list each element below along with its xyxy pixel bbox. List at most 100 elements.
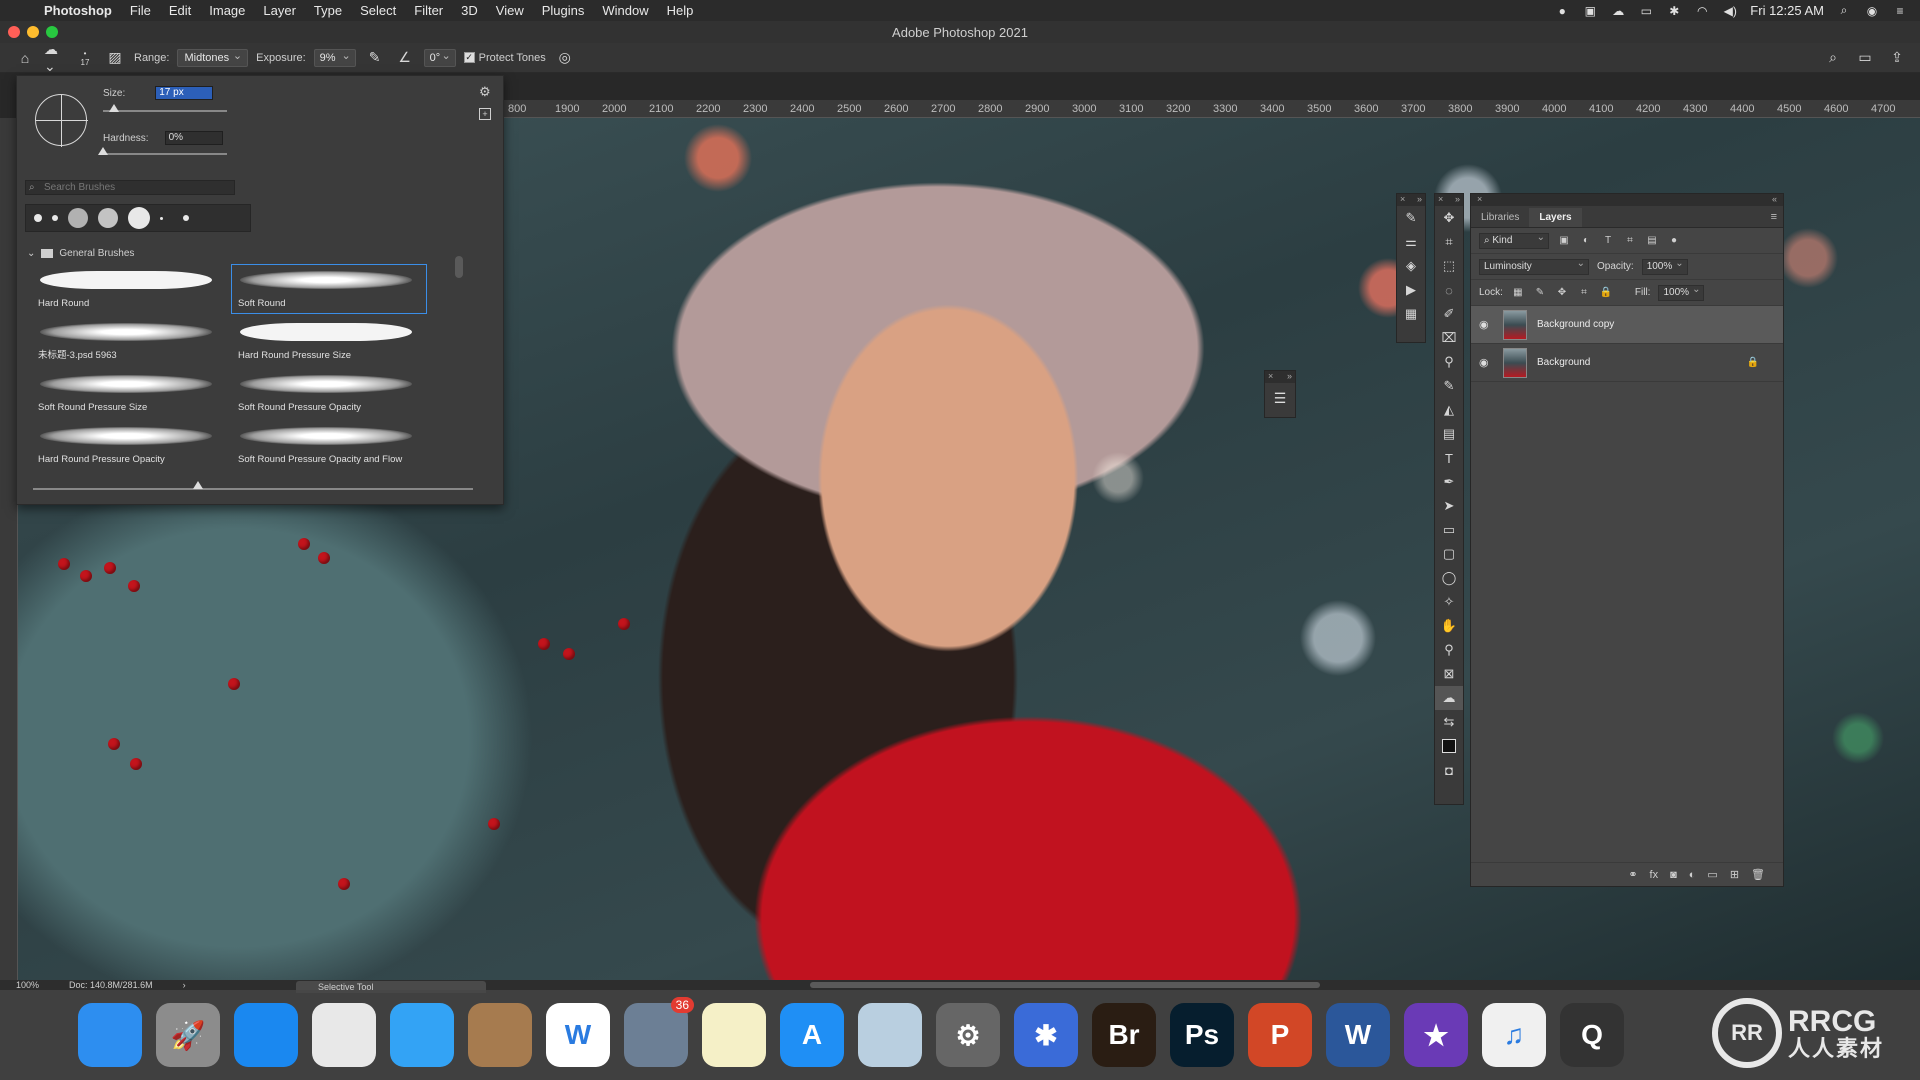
menu-help[interactable]: Help [658,3,703,18]
preview-size-slider-knob[interactable] [193,481,203,489]
close-icon[interactable]: × [1268,371,1273,383]
app-menu[interactable]: Photoshop [38,3,121,18]
tab-layers[interactable]: Layers [1529,208,1582,227]
dock-app-powerpoint[interactable]: P [1248,1003,1312,1067]
angle-input[interactable]: 0° [423,48,456,67]
menu-file[interactable]: File [121,3,160,18]
close-icon[interactable]: × [1400,194,1405,206]
opacity-input[interactable]: 100% [1641,258,1688,275]
gradient-tool-icon[interactable]: ▤ [1435,422,1463,446]
dock-app-word-tool[interactable]: W [546,1003,610,1067]
close-icon[interactable]: × [1438,194,1443,206]
quick-mask-icon[interactable]: ◘ [1435,758,1463,782]
collapse-icon[interactable]: « [1772,194,1777,206]
menu-filter[interactable]: Filter [405,3,452,18]
layer-thumbnail[interactable] [1503,309,1527,340]
lock-position-icon[interactable]: ✥ [1555,287,1569,298]
adjustments-panel-icon[interactable]: ⚌ [1397,230,1425,254]
lock-all-icon[interactable]: 🔒 [1599,287,1613,298]
recent-brush-6[interactable] [160,216,163,220]
new-layer-icon[interactable]: ⊞ [1730,868,1739,881]
add-mask-icon[interactable]: ◙ [1670,869,1677,881]
maximize-window-button[interactable] [46,26,58,38]
crop-tool-icon[interactable]: ⌧ [1435,326,1463,350]
hand-tool-icon[interactable]: ✋ [1435,614,1463,638]
chevron-down-icon[interactable]: ⌄ [27,248,35,259]
foreground-color-swatch[interactable] [1442,739,1456,753]
lock-transparent-icon[interactable]: ▦ [1511,287,1525,298]
size-input[interactable]: 17 px [155,86,214,100]
dock-app-music[interactable]: ♫ [1482,1003,1546,1067]
eraser-tool-icon[interactable]: ◭ [1435,398,1463,422]
lock-artboard-icon[interactable]: ⌗ [1577,287,1591,298]
close-window-button[interactable] [8,26,20,38]
brush-preset-item[interactable]: Hard Round [31,264,227,314]
dock-app-launchpad[interactable]: 🚀 [156,1003,220,1067]
recent-brush-4[interactable] [98,208,118,228]
new-group-icon[interactable]: ▭ [1707,868,1717,881]
dock-app-mail-eagle[interactable]: 36 [624,997,694,1067]
filter-adjustment-icon[interactable]: ◐ [1579,235,1593,246]
type-tool-icon[interactable]: T [1435,446,1463,470]
filter-toggle-icon[interactable]: ● [1667,235,1681,246]
dock-app-safari[interactable] [234,1003,298,1067]
dock-app-bluetooth[interactable]: ✱ [1014,1003,1078,1067]
menu-layer[interactable]: Layer [254,3,305,18]
link-layers-icon[interactable]: ⚭ [1628,868,1637,881]
sponge-tool-preset-icon[interactable]: ☁⌄ [44,41,66,74]
layer-name[interactable]: Background copy [1537,319,1614,330]
filter-pixel-icon[interactable]: ▣ [1557,235,1571,246]
recent-brush-7[interactable] [183,215,189,221]
foreground-background-color[interactable] [1435,734,1463,758]
layer-name[interactable]: Background [1537,357,1590,368]
brush-preset-item[interactable]: Soft Round Pressure Opacity [231,368,427,418]
brush-preset-item[interactable]: Hard Round Pressure Opacity [31,420,227,470]
sponge-tool-icon[interactable]: ☁ [1435,686,1463,710]
dock-app-imovie[interactable]: ★ [1404,1003,1468,1067]
marquee-tool-icon[interactable]: ⬚ [1435,254,1463,278]
size-slider-knob[interactable] [109,104,119,112]
control-center-icon[interactable]: ≡ [1892,4,1908,18]
recent-brush-1[interactable] [34,214,42,222]
grid-panel-icon[interactable]: ▦ [1397,302,1425,326]
lock-image-icon[interactable]: ✎ [1533,287,1547,298]
menu-edit[interactable]: Edit [160,3,200,18]
record-icon[interactable]: ● [1554,4,1570,18]
gear-icon[interactable]: ⚙ [479,84,491,100]
brush-search-input[interactable]: ⌕ Search Brushes [25,180,235,195]
wifi-icon[interactable]: ◠ [1694,4,1710,18]
dock-app-notes[interactable] [702,1003,766,1067]
creative-cloud-icon[interactable]: ☁ [1610,4,1626,18]
fx-icon[interactable]: fx [1650,869,1659,881]
styles-panel-icon[interactable]: ◈ [1397,254,1425,278]
expand-icon[interactable]: » [1455,194,1460,206]
hardness-slider-knob[interactable] [98,147,108,155]
airbrush-icon[interactable]: ✎ [364,47,386,69]
expand-icon[interactable]: » [1417,194,1422,206]
screen-icon[interactable]: ▣ [1582,4,1598,18]
dock-app-quicktime[interactable]: Q [1560,1003,1624,1067]
fill-input[interactable]: 100% [1658,284,1705,301]
home-icon[interactable]: ⌂ [14,47,36,69]
lasso-tool-icon[interactable]: ◌ [1435,278,1463,302]
chevron-right-icon[interactable]: › [183,980,186,990]
horizontal-scrollbar[interactable] [810,982,1320,988]
airplay-icon[interactable]: ▭ [1638,4,1654,18]
layer-thumbnail[interactable] [1503,347,1527,378]
brush-settings-icon[interactable]: ▨ [104,47,126,69]
siri-icon[interactable]: ◉ [1864,4,1880,18]
eyedropper-tool-icon[interactable]: ⚲ [1435,350,1463,374]
menubar-clock[interactable]: Fri 12:25 AM [1750,3,1824,18]
custom-shape-tool-icon[interactable]: ✧ [1435,590,1463,614]
close-icon[interactable]: × [1477,194,1482,206]
recent-brush-5[interactable] [128,207,150,229]
brush-preset-item[interactable]: Soft Round Pressure Opacity and Flow [231,420,427,470]
dock-app-chrome[interactable] [312,1003,376,1067]
move-tool-icon[interactable]: ✥ [1435,206,1463,230]
eye-icon[interactable]: ◉ [1479,318,1493,331]
adjustments-sliders-icon[interactable]: ☰ [1265,383,1295,413]
expand-icon[interactable]: » [1287,371,1292,383]
workspace-icon[interactable]: ▭ [1854,47,1876,69]
doc-size[interactable]: Doc: 140.8M/281.6M [69,980,153,990]
dock-app-system-preferences[interactable]: ⚙ [936,1003,1000,1067]
